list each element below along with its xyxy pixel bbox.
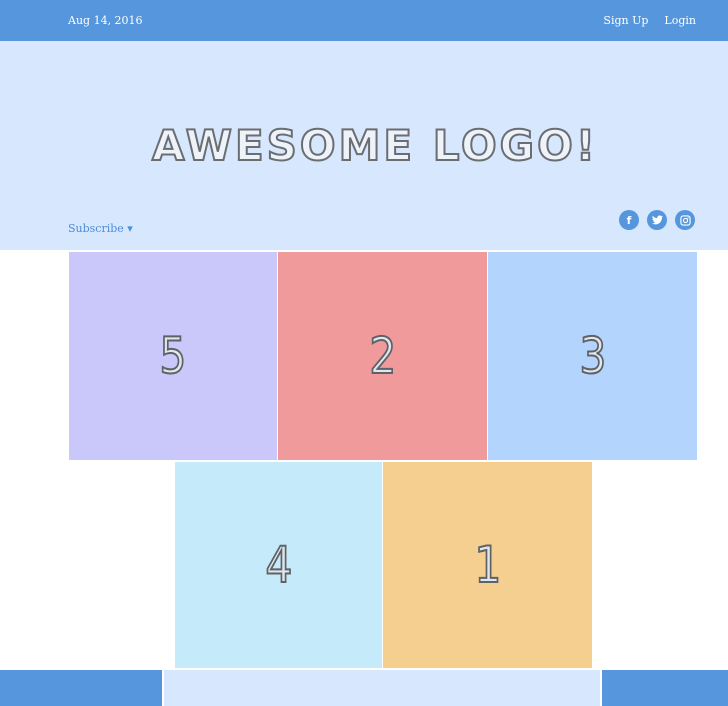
tile-1[interactable]: 1	[383, 462, 592, 668]
signup-link[interactable]: Sign Up	[603, 14, 648, 27]
tile-number: 3	[578, 326, 607, 386]
tile-3[interactable]: 3	[488, 252, 697, 460]
tile-2[interactable]: 2	[278, 252, 487, 460]
facebook-glyph: f	[626, 213, 632, 227]
subscribe-dropdown[interactable]: Subscribe ▾	[68, 222, 133, 235]
tile-number: 5	[159, 326, 188, 386]
footer-middle-block	[164, 670, 600, 706]
tile-number: 4	[264, 535, 293, 595]
facebook-icon[interactable]: f	[619, 210, 639, 230]
tile-5[interactable]: 5	[69, 252, 277, 460]
account-links: Sign Up Login	[603, 14, 696, 27]
tile-number: 1	[473, 535, 502, 595]
twitter-bird-shape	[651, 215, 663, 225]
tile-number: 2	[368, 326, 397, 386]
social-links: f	[619, 210, 695, 230]
twitter-icon[interactable]	[647, 210, 667, 230]
date-label: Aug 14, 2016	[68, 14, 143, 27]
instagram-icon[interactable]	[675, 210, 695, 230]
instagram-camera-shape	[679, 214, 691, 226]
footer-left-block	[0, 670, 162, 706]
footer-right-block	[602, 670, 728, 706]
tile-4[interactable]: 4	[175, 462, 382, 668]
top-bar: Aug 14, 2016 Sign Up Login	[0, 0, 728, 41]
header: AWESOME LOGO! Subscribe ▾ f	[0, 41, 728, 250]
site-logo[interactable]: AWESOME LOGO!	[0, 120, 728, 171]
login-link[interactable]: Login	[664, 14, 696, 27]
